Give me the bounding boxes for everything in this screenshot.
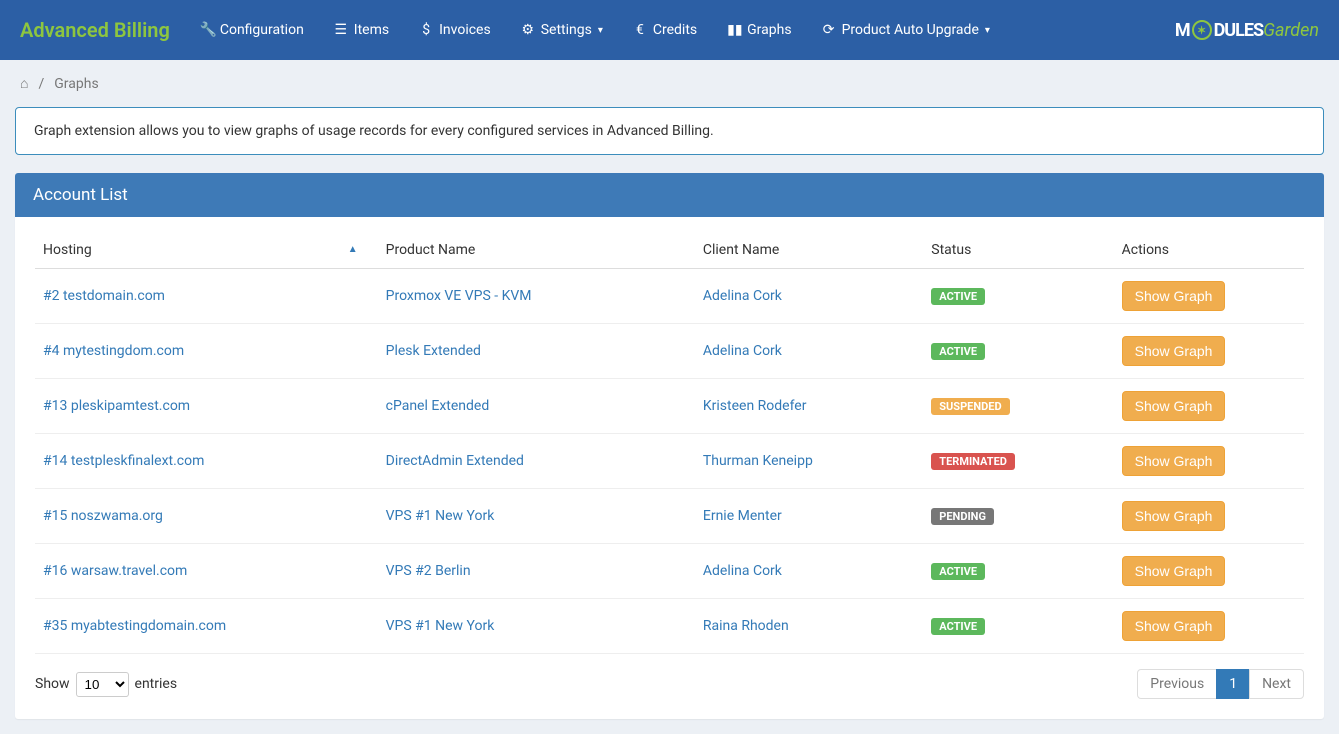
table-footer: Show 102550100 entries Previous 1 Next [35,669,1304,699]
table-row: #14 testpleskfinalext.com DirectAdmin Ext… [35,434,1304,489]
table-row: #13 pleskipamtest.com cPanel Extended Kris… [35,379,1304,434]
logo-text-garden: Garden [1263,20,1319,41]
breadcrumb-sep: / [38,76,44,92]
nav-label: Graphs [747,22,791,38]
hosting-link[interactable]: #35 myabtestingdomain.com [43,618,226,634]
client-link[interactable]: Adelina Cork [703,563,782,579]
nav-product-auto-upgrade[interactable]: ⟳ Product Auto Upgrade ▾ [822,22,990,38]
nav-configuration[interactable]: 🔧 Configuration [200,22,304,38]
status-badge: TERMINATED [931,453,1015,470]
nav-settings[interactable]: ⚙ Settings ▾ [521,22,603,38]
account-list-panel: Account List Hosting Product Name Client… [15,173,1324,719]
product-link[interactable]: Plesk Extended [386,343,481,359]
client-link[interactable]: Adelina Cork [703,288,782,304]
content-area: ⌂ / Graphs Graph extension allows you to… [0,60,1339,734]
nav-invoices[interactable]: $ Invoices [419,22,491,38]
length-control: Show 102550100 entries [35,672,177,697]
product-link[interactable]: VPS #1 New York [386,508,495,524]
status-badge: ACTIVE [931,288,985,305]
page-previous[interactable]: Previous [1137,669,1217,699]
status-badge: ACTIVE [931,618,985,635]
col-hosting[interactable]: Hosting [35,232,378,269]
brand-title[interactable]: Advanced Billing [20,18,170,42]
status-badge: ACTIVE [931,563,985,580]
invoices-icon: $ [419,22,433,38]
nav-label: Invoices [439,22,491,38]
settings-icon: ⚙ [521,22,535,38]
col-client[interactable]: Client Name [695,232,923,269]
show-graph-button[interactable]: Show Graph [1122,556,1226,586]
status-badge: SUSPENDED [931,398,1009,415]
table-row: #15 noszwama.org VPS #1 New York Ernie Men… [35,489,1304,544]
status-badge: PENDING [931,508,994,525]
globe-icon: ✶ [1192,20,1212,40]
col-product[interactable]: Product Name [378,232,695,269]
col-status[interactable]: Status [923,232,1113,269]
nav-items: 🔧 Configuration ☰ Items $ Invoices ⚙ Settings ▾ €… [200,22,1175,38]
nav-label: Settings [541,22,592,38]
length-select[interactable]: 102550100 [76,672,129,697]
credits-icon: € [633,22,647,38]
graphs-icon: ▮▮ [727,22,741,38]
home-icon[interactable]: ⌂ [20,75,28,92]
items-icon: ☰ [334,22,348,38]
client-link[interactable]: Thurman Keneipp [703,453,813,469]
table-row: #35 myabtestingdomain.com VPS #1 New York… [35,599,1304,654]
panel-title: Account List [15,173,1324,217]
hosting-link[interactable]: #2 testdomain.com [43,288,165,304]
breadcrumb-current: Graphs [54,76,98,92]
length-entries-label: entries [135,676,178,692]
table-row: #16 warsaw.travel.com VPS #2 Berlin Adelin… [35,544,1304,599]
pagination: Previous 1 Next [1138,669,1304,699]
hosting-link[interactable]: #4 mytestingdom.com [43,343,184,359]
panel-body: Hosting Product Name Client Name Status … [15,217,1324,719]
info-box: Graph extension allows you to view graph… [15,107,1324,155]
product-link[interactable]: VPS #2 Berlin [386,563,471,579]
info-text: Graph extension allows you to view graph… [34,123,714,139]
nav-label: Items [354,22,389,38]
show-graph-button[interactable]: Show Graph [1122,336,1226,366]
length-show-label: Show [35,676,70,692]
page-next[interactable]: Next [1249,669,1304,699]
chevron-down-icon: ▾ [985,25,990,36]
table-row: #2 testdomain.com Proxmox VE VPS - KVM Ade… [35,269,1304,324]
logo-text-dules: DULES [1214,20,1264,41]
hosting-link[interactable]: #13 pleskipamtest.com [43,398,190,414]
breadcrumb: ⌂ / Graphs [15,75,1324,92]
show-graph-button[interactable]: Show Graph [1122,446,1226,476]
show-graph-button[interactable]: Show Graph [1122,391,1226,421]
table-row: #4 mytestingdom.com Plesk Extended Adelina… [35,324,1304,379]
product-link[interactable]: cPanel Extended [386,398,490,414]
status-badge: ACTIVE [931,343,985,360]
client-link[interactable]: Raina Rhoden [703,618,789,634]
hosting-link[interactable]: #14 testpleskfinalext.com [43,453,204,469]
nav-credits[interactable]: € Credits [633,22,697,38]
nav-label: Configuration [220,22,304,38]
chevron-down-icon: ▾ [598,25,603,36]
page-current[interactable]: 1 [1216,669,1250,699]
product-link[interactable]: VPS #1 New York [386,618,495,634]
client-link[interactable]: Adelina Cork [703,343,782,359]
accounts-table: Hosting Product Name Client Name Status … [35,232,1304,654]
hosting-link[interactable]: #16 warsaw.travel.com [43,563,187,579]
table-body: #2 testdomain.com Proxmox VE VPS - KVM Ade… [35,269,1304,654]
brand-logo[interactable]: M ✶ DULES Garden [1175,20,1319,41]
nav-items[interactable]: ☰ Items [334,22,389,38]
show-graph-button[interactable]: Show Graph [1122,501,1226,531]
show-graph-button[interactable]: Show Graph [1122,281,1226,311]
logo-text-m: M [1175,20,1190,41]
nav-graphs[interactable]: ▮▮ Graphs [727,22,791,38]
configuration-icon: 🔧 [200,22,214,38]
nav-label: Credits [653,22,697,38]
col-actions[interactable]: Actions [1114,232,1304,269]
product-auto-upgrade-icon: ⟳ [822,22,836,38]
client-link[interactable]: Ernie Menter [703,508,782,524]
product-link[interactable]: Proxmox VE VPS - KVM [386,288,532,304]
product-link[interactable]: DirectAdmin Extended [386,453,524,469]
hosting-link[interactable]: #15 noszwama.org [43,508,163,524]
show-graph-button[interactable]: Show Graph [1122,611,1226,641]
nav-label: Product Auto Upgrade [842,22,979,38]
client-link[interactable]: Kristeen Rodefer [703,398,807,414]
navbar: Advanced Billing 🔧 Configuration ☰ Items $ In… [0,0,1339,60]
